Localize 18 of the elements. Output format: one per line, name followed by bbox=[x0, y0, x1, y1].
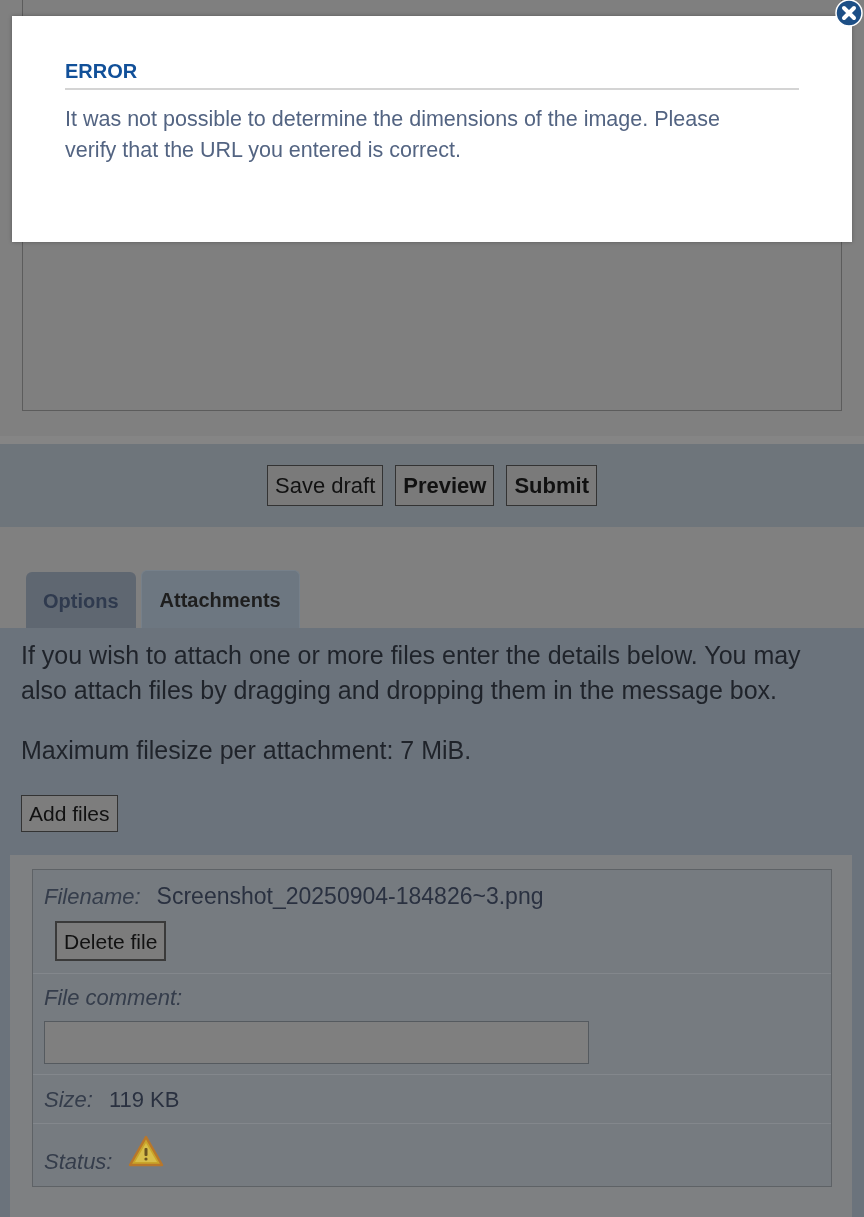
form-button[interactable]: Save draft bbox=[267, 465, 384, 506]
filename-label: Filename: bbox=[44, 882, 141, 911]
add-files-button[interactable]: Add files bbox=[21, 795, 118, 832]
dialog-message: It was not possible to determine the dimensions of the image. Please verify that the URL you entered is correct. bbox=[65, 106, 721, 164]
close-icon[interactable] bbox=[835, 0, 863, 27]
filename-value: Screenshot_20250904-184826~3.png bbox=[156, 881, 544, 911]
attach-instructions: If you wish to attach one or more files enter the details below. You may also attach files by dragging and dropping them in the message box. bbox=[21, 640, 802, 706]
status-label: Status: bbox=[44, 1147, 113, 1176]
filesize-limit-text: Maximum filesize per attachment: 7 MiB. bbox=[21, 735, 472, 766]
file-comment-label: File comment: bbox=[44, 984, 183, 1012]
tab[interactable]: Attachments bbox=[140, 570, 300, 628]
size-label: Size: bbox=[44, 1085, 93, 1114]
file-comment-field[interactable] bbox=[44, 1021, 589, 1064]
delete-file-button[interactable]: Delete file bbox=[55, 921, 167, 961]
form-button[interactable]: Submit bbox=[506, 465, 597, 506]
dialog-title: ERROR bbox=[65, 60, 138, 82]
form-button[interactable]: Preview bbox=[395, 465, 495, 506]
size-value: 119 KB bbox=[108, 1085, 180, 1114]
